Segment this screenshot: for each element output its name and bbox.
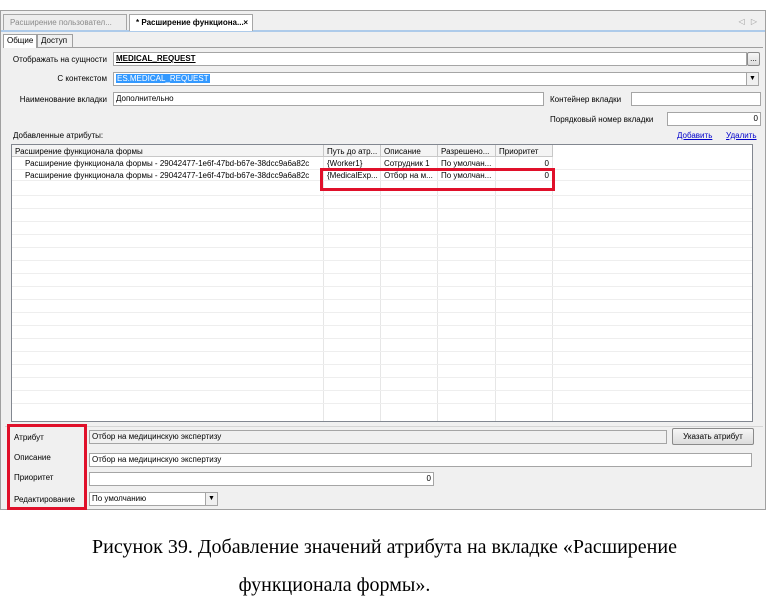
order-label: Порядковый номер вкладки <box>550 115 654 124</box>
tab-divider <box>3 47 763 48</box>
priority-field[interactable]: 0 <box>89 472 434 486</box>
context-label: С контекстом <box>57 74 107 83</box>
editing-select[interactable]: По умолчанию ▼ <box>89 492 218 506</box>
choose-attribute-button[interactable]: Указать атрибут <box>672 428 754 445</box>
context-select[interactable]: ES.MEDICAL_REQUEST ▼ <box>113 72 759 86</box>
doc-tab-user-extension[interactable]: Расширение пользовател... <box>3 14 127 31</box>
entity-label: Отображать на сущности <box>12 55 107 64</box>
table-cell[interactable]: Расширение функционала формы - 29042477-… <box>22 159 322 169</box>
highlight-box <box>320 168 555 191</box>
application-window: Расширение пользовател... * Расширение ф… <box>0 10 766 510</box>
column-header-allowed[interactable]: Разрешено... <box>438 145 496 157</box>
container-field[interactable] <box>631 92 761 106</box>
figure-caption-line1: Рисунок 39. Добавление значений атрибута… <box>92 536 677 558</box>
tab-access[interactable]: Доступ <box>37 34 73 47</box>
column-header-path[interactable]: Путь до атр... <box>324 145 381 157</box>
highlight-box <box>7 424 87 510</box>
chevron-down-icon[interactable]: ▼ <box>746 73 758 85</box>
tab-general[interactable]: Общие <box>3 34 37 48</box>
column-header-priority[interactable]: Приоритет <box>496 145 553 157</box>
delete-link[interactable]: Удалить <box>726 131 757 140</box>
doc-tab-label: * Расширение функциона... <box>136 18 244 27</box>
document-tab-strip: Расширение пользовател... * Расширение ф… <box>1 11 765 32</box>
close-icon[interactable]: × <box>243 18 248 27</box>
order-field[interactable]: 0 <box>667 112 761 126</box>
column-header-extension[interactable]: Расширение функционала формы <box>12 145 324 157</box>
entity-field[interactable]: MEDICAL_REQUEST <box>113 52 747 66</box>
tab-scroll-arrows-icon[interactable]: ◁ ▷ <box>738 17 759 26</box>
table-cell[interactable]: Расширение функционала формы - 29042477-… <box>22 171 322 181</box>
entity-browse-button[interactable]: ... <box>747 52 760 66</box>
added-attributes-title: Добавленные атрибуты: <box>13 131 104 140</box>
container-label: Контейнер вкладки <box>550 95 622 104</box>
attribute-field: Отбор на медицинскую экспертизу <box>89 430 667 444</box>
tab-name-label: Наименование вкладки <box>19 95 107 104</box>
doc-tab-form-extension[interactable]: * Расширение функциона... × <box>129 14 253 31</box>
doc-tab-label: Расширение пользовател... <box>10 18 112 27</box>
chevron-down-icon[interactable]: ▼ <box>205 493 217 505</box>
tab-name-field[interactable]: Дополнительно <box>113 92 544 106</box>
description-field[interactable]: Отбор на медицинскую экспертизу <box>89 453 752 467</box>
figure-caption-line2: функционала формы». <box>238 574 431 596</box>
column-header-description[interactable]: Описание <box>381 145 438 157</box>
add-link[interactable]: Добавить <box>677 131 712 140</box>
